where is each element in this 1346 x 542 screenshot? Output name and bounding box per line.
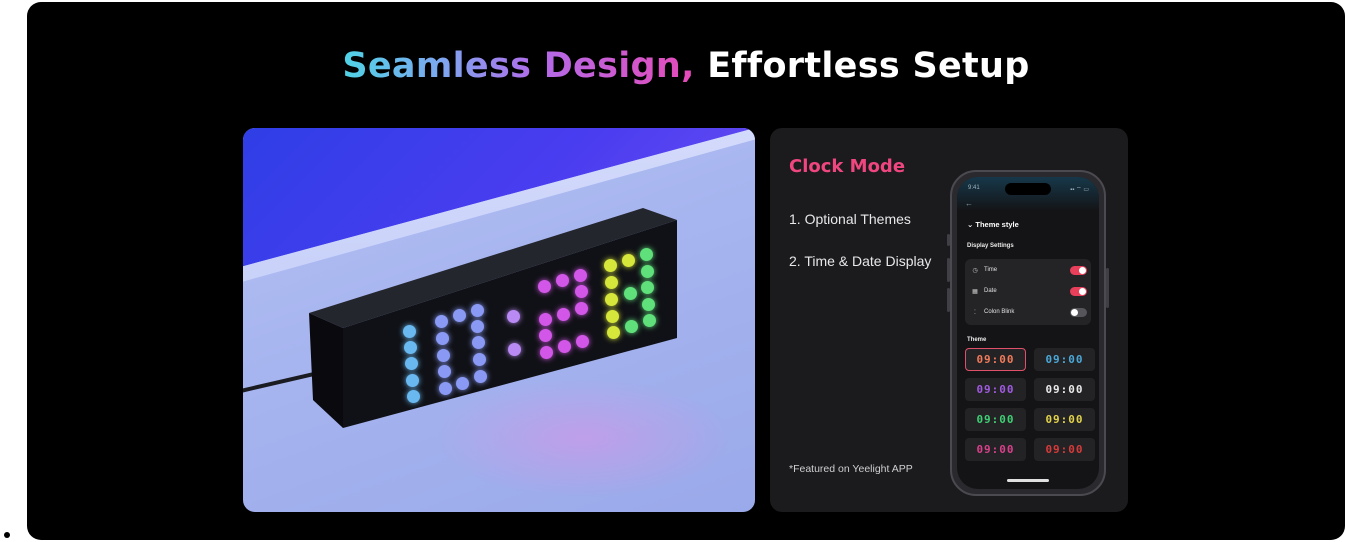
status-icons: ▪▪ ⌔ ▭ (1070, 187, 1089, 193)
dynamic-island (1005, 183, 1051, 195)
theme-label: Theme (967, 337, 987, 343)
led-dot (539, 329, 552, 342)
led-dot (606, 310, 619, 323)
product-photo (243, 128, 755, 512)
headline-gradient-text: Seamless Design, (342, 46, 695, 86)
led-dot (576, 335, 589, 348)
headline-plain-text: Effortless Setup (707, 46, 1030, 86)
led-dot (641, 281, 654, 294)
led-dot (456, 377, 469, 390)
list-bullet (4, 532, 10, 538)
led-dot (407, 390, 420, 403)
led-dot (453, 309, 466, 322)
clock-mode-card: Clock Mode 1. Optional Themes 2. Time & … (770, 128, 1128, 512)
setting-label: Time (984, 267, 998, 273)
clock-icon: ◷ (972, 267, 978, 274)
chevron-down-icon: ⌄ (967, 220, 974, 229)
footnote: *Featured on Yeelight APP (789, 463, 913, 475)
led-dot (508, 343, 521, 356)
setting-row-date: ▦ Date (971, 284, 1087, 298)
theme-style-label: Theme style (975, 220, 1019, 229)
led-dot (575, 302, 588, 315)
led-dot (574, 269, 587, 282)
led-dot (575, 285, 588, 298)
colon-blink-toggle[interactable] (1070, 307, 1087, 317)
date-toggle[interactable] (1070, 286, 1087, 296)
theme-option[interactable]: 09:00 (965, 408, 1026, 431)
card-title: Clock Mode (789, 156, 906, 177)
promo-banner: Seamless Design, Effortless Setup Clock … (27, 2, 1345, 540)
calendar-icon: ▦ (972, 288, 978, 295)
phone-side-button (947, 258, 950, 282)
led-dot (604, 259, 617, 272)
led-dot (471, 304, 484, 317)
back-arrow-icon[interactable]: ← (965, 199, 973, 208)
theme-style-dropdown[interactable]: ⌄ Theme style (967, 220, 1019, 229)
setting-label: Colon Blink (984, 309, 1015, 315)
led-dot (439, 382, 452, 395)
led-dot (473, 353, 486, 366)
feature-item-themes: 1. Optional Themes (789, 211, 911, 227)
phone-power-button (1106, 268, 1109, 308)
theme-option[interactable]: 09:00 (1034, 438, 1095, 461)
phone-side-button (947, 234, 950, 246)
led-dot (403, 325, 416, 338)
led-dot (404, 341, 417, 354)
setting-row-time: ◷ Time (971, 263, 1087, 277)
led-dot (406, 374, 419, 387)
led-dot (471, 320, 484, 333)
phone-screen: 9:41 ▪▪ ⌔ ▭ ← ⌄ Theme style Display Sett… (957, 177, 1099, 489)
led-dot (438, 365, 451, 378)
led-dot (405, 357, 418, 370)
led-dot (538, 280, 551, 293)
led-dot (643, 314, 656, 327)
led-dot (625, 320, 638, 333)
led-dot (507, 310, 520, 323)
led-dot (558, 340, 571, 353)
display-settings-label: Display Settings (967, 243, 1014, 249)
led-dot (556, 274, 569, 287)
setting-label: Date (984, 288, 997, 294)
feature-item-time-date: 2. Time & Date Display (789, 253, 932, 269)
theme-option[interactable]: 09:00 (1034, 378, 1095, 401)
led-dot (641, 265, 654, 278)
theme-option[interactable]: 09:00 (1034, 408, 1095, 431)
led-dot (539, 313, 552, 326)
led-dot (605, 276, 618, 289)
led-dot (622, 254, 635, 267)
colon-icon: ⁚ (974, 309, 976, 316)
time-toggle[interactable] (1070, 265, 1087, 275)
led-dot (557, 308, 570, 321)
pixel-clock-device (243, 128, 755, 512)
led-dot (640, 248, 653, 261)
status-time: 9:41 (968, 185, 980, 191)
display-settings-list: ◷ Time ▦ Date ⁚ Colon Blink (965, 259, 1091, 325)
led-dot (540, 346, 553, 359)
led-dot (607, 326, 620, 339)
led-dot (472, 336, 485, 349)
home-indicator (1007, 479, 1049, 482)
led-dot (474, 370, 487, 383)
headline: Seamless Design, Effortless Setup (27, 46, 1345, 86)
theme-option[interactable]: 09:00 (965, 438, 1026, 461)
led-dot (642, 298, 655, 311)
led-dot (435, 315, 448, 328)
led-dot (436, 332, 449, 345)
phone-mockup: 9:41 ▪▪ ⌔ ▭ ← ⌄ Theme style Display Sett… (947, 170, 1109, 496)
led-dot (437, 349, 450, 362)
setting-row-colon-blink: ⁚ Colon Blink (971, 305, 1087, 319)
theme-option[interactable]: 09:00 (965, 378, 1026, 401)
led-dot (624, 287, 637, 300)
theme-option[interactable]: 09:00 (1034, 348, 1095, 371)
theme-option[interactable]: 09:00 (965, 348, 1026, 371)
phone-side-button (947, 288, 950, 312)
led-dot (605, 293, 618, 306)
